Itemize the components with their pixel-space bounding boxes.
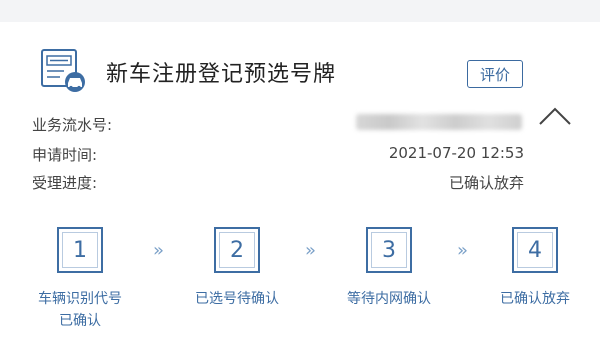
step-3-label: 等待内网确认 <box>347 291 431 307</box>
chevron-up-icon[interactable] <box>538 106 572 126</box>
step-1-label-line2: 已确认 <box>59 313 101 329</box>
step-2-label: 已选号待确认 <box>195 291 279 307</box>
step-1-label-line1: 车辆识别代号 <box>38 291 122 307</box>
serial-number-label: 业务流水号: <box>32 116 113 134</box>
step-arrow-icon: » <box>153 240 165 261</box>
application-card: 新车注册登记预选号牌 评价 业务流水号: 申请时间: 2021-07-20 12… <box>0 22 600 351</box>
rate-button[interactable]: 评价 <box>467 60 523 88</box>
application-time-label: 申请时间: <box>32 146 98 164</box>
step-4-box: 4 <box>512 227 558 273</box>
step-4-label: 已确认放弃 <box>500 291 570 307</box>
registration-document-car-icon <box>41 49 85 92</box>
page-title: 新车注册登记预选号牌 <box>106 62 337 87</box>
progress-value: 已确认放弃 <box>448 174 524 192</box>
application-time-value: 2021-07-20 12:53 <box>388 144 524 162</box>
step-1-label: 车辆识别代号 已确认 <box>10 288 150 332</box>
progress-label: 受理进度: <box>32 174 98 192</box>
step-2-box: 2 <box>214 227 260 273</box>
serial-number-value-blurred <box>356 114 522 130</box>
step-3-box: 3 <box>366 227 412 273</box>
step-arrow-icon: » <box>305 240 317 261</box>
step-1-box: 1 <box>57 227 103 273</box>
step-arrow-icon: » <box>457 240 469 261</box>
